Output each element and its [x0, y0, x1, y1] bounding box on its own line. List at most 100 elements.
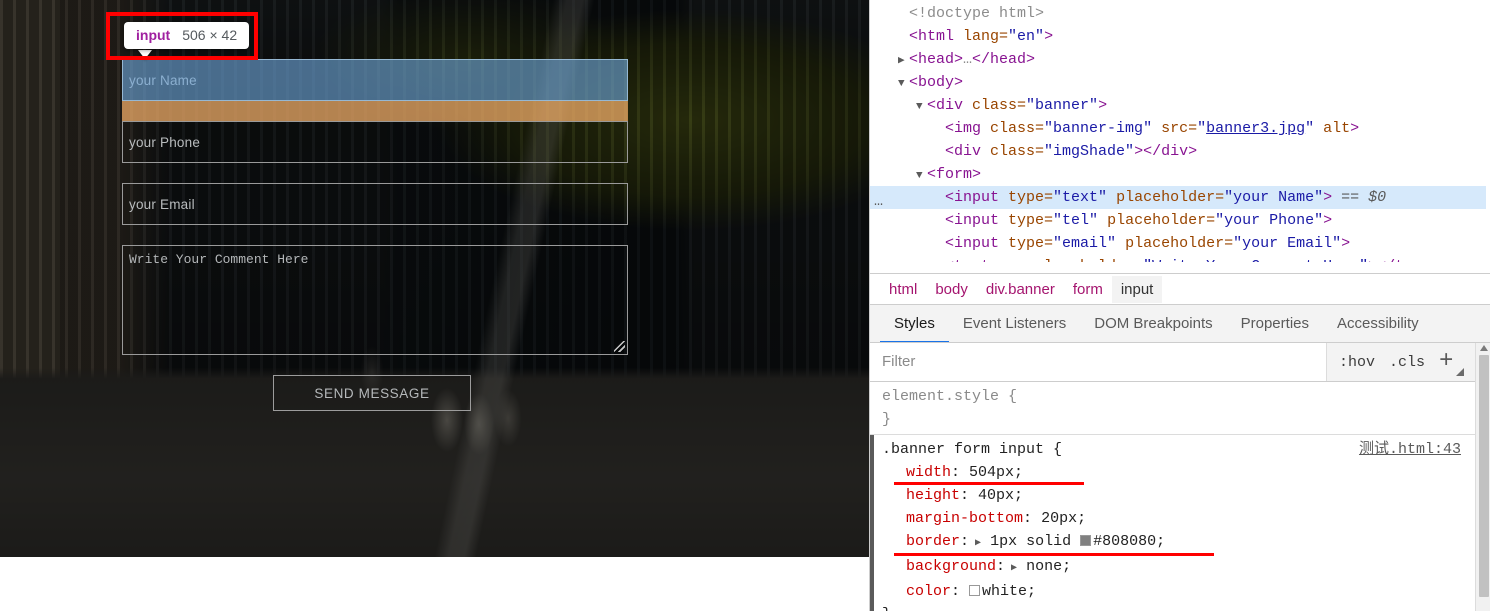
- tab-styles[interactable]: Styles: [880, 305, 949, 342]
- expand-shorthand-icon[interactable]: ▶: [1005, 563, 1017, 574]
- dom-token: "your Email": [1233, 235, 1342, 252]
- dom-tree-row[interactable]: ▶<!doctype html>: [870, 2, 1490, 25]
- tab-dom-breakpoints[interactable]: DOM Breakpoints: [1080, 305, 1226, 342]
- css-space: [1032, 510, 1041, 527]
- email-input[interactable]: your Email: [122, 183, 628, 225]
- dom-token: >: [1323, 212, 1333, 229]
- dom-token: "text": [1053, 189, 1108, 206]
- expand-shorthand-icon[interactable]: ▶: [969, 538, 981, 549]
- resize-corner-icon[interactable]: [1456, 368, 1465, 376]
- hov-toggle-button[interactable]: :hov: [1339, 354, 1375, 371]
- dom-token: <img: [945, 120, 991, 137]
- twisty-collapsed-icon[interactable]: ▶: [898, 50, 909, 73]
- css-property-name[interactable]: height: [906, 487, 960, 504]
- tab-accessibility[interactable]: Accessibility: [1323, 305, 1433, 342]
- dom-token: "imgShade": [1044, 143, 1135, 160]
- breadcrumb-item-div-banner[interactable]: div.banner: [977, 276, 1064, 303]
- css-property-name[interactable]: border: [906, 533, 960, 550]
- breadcrumb-item-body[interactable]: body: [926, 276, 977, 303]
- styles-scrollbar[interactable]: [1475, 343, 1490, 611]
- dom-token: src=: [1152, 120, 1198, 137]
- dom-tree[interactable]: ▶<!doctype html> ▶<html lang="en"> ▶<hea…: [870, 0, 1490, 272]
- dom-token: lang=: [963, 28, 1009, 45]
- breadcrumb-item-input[interactable]: input: [1111, 275, 1163, 303]
- phone-input[interactable]: your Phone: [122, 121, 628, 163]
- twisty-expanded-icon[interactable]: ▼: [916, 165, 927, 188]
- dom-token: "email": [1053, 235, 1117, 252]
- twisty-expanded-icon[interactable]: ▼: [916, 96, 927, 119]
- css-value-text[interactable]: 20px;: [1041, 510, 1086, 527]
- css-property-name[interactable]: width: [906, 464, 951, 481]
- banner-form-input-rule[interactable]: 测试.html:43 .banner form input { width: 5…: [870, 435, 1475, 611]
- declaration-list: width: 504px; height: 40px; margin-bottom:…: [882, 461, 1475, 603]
- dom-token: </head>: [972, 51, 1036, 68]
- name-input[interactable]: your Name: [122, 59, 628, 101]
- dom-token: class=: [972, 97, 1027, 114]
- contact-form: your Name your Phone your Email Write Yo…: [122, 59, 628, 411]
- dom-tree-row[interactable]: ▶<div class="imgShade"></div>: [870, 140, 1490, 163]
- breadcrumb-item-form[interactable]: form: [1064, 276, 1112, 303]
- dom-token: >: [1350, 120, 1360, 137]
- color-swatch-icon[interactable]: [969, 585, 981, 596]
- dom-token: <!doctype html>: [909, 5, 1045, 22]
- css-property-name[interactable]: background: [906, 558, 996, 575]
- dom-tree-row[interactable]: ▶<img class="banner-img" src="banner3.jp…: [870, 117, 1490, 140]
- css-declaration[interactable]: width: 504px;: [882, 461, 1475, 485]
- breadcrumb[interactable]: html body div.banner form input: [870, 273, 1490, 304]
- page-below-banner: [0, 557, 869, 611]
- style-source-link[interactable]: 测试.html:43: [1359, 438, 1461, 461]
- new-style-rule-button[interactable]: +: [1439, 350, 1465, 376]
- css-declaration[interactable]: background: ▶ none;: [882, 555, 1475, 580]
- color-swatch-icon[interactable]: [1080, 535, 1092, 546]
- breadcrumb-item-html[interactable]: html: [880, 276, 926, 303]
- css-value-text[interactable]: #808080;: [1093, 533, 1165, 550]
- styles-scrollbar-thumb[interactable]: [1479, 355, 1489, 597]
- comment-textarea[interactable]: Write Your Comment Here: [122, 245, 628, 355]
- twisty-expanded-icon[interactable]: ▼: [898, 73, 909, 96]
- send-message-button[interactable]: SEND MESSAGE: [273, 375, 471, 411]
- dom-tree-scroll-gutter[interactable]: [1486, 0, 1490, 272]
- dom-tree-row[interactable]: … ▶<input type="text" placeholder="your …: [870, 186, 1490, 210]
- element-style-rule[interactable]: element.style { }: [870, 382, 1475, 435]
- devtools-panel-tabs[interactable]: Styles Event Listeners DOM Breakpoints Prop…: [870, 304, 1490, 343]
- filter-input[interactable]: Filter: [870, 343, 1327, 381]
- tab-properties[interactable]: Properties: [1227, 305, 1323, 342]
- inspected-page-pane: your Name your Phone your Email Write Yo…: [0, 0, 869, 611]
- dom-tree-row[interactable]: ▼ <form>: [870, 163, 1490, 186]
- tooltip-arrow-icon: [138, 50, 152, 59]
- css-value-text[interactable]: white;: [982, 583, 1036, 600]
- dom-token: "banner": [1026, 97, 1099, 114]
- resize-handle-icon[interactable]: [614, 341, 625, 352]
- css-declaration[interactable]: color: white;: [882, 580, 1475, 603]
- css-property-name[interactable]: color: [906, 583, 951, 600]
- dom-token: <body>: [909, 74, 964, 91]
- tab-event-listeners[interactable]: Event Listeners: [949, 305, 1080, 342]
- dom-tree-row[interactable]: ▼ <body>: [870, 71, 1490, 94]
- css-value-text[interactable]: 504px;: [969, 464, 1023, 481]
- css-declaration[interactable]: height: 40px;: [882, 484, 1475, 507]
- css-value-text[interactable]: 40px;: [978, 487, 1023, 504]
- cls-toggle-button[interactable]: .cls: [1389, 354, 1425, 371]
- css-declaration[interactable]: border: ▶ 1px solid #808080;: [882, 530, 1475, 556]
- dom-token: …: [963, 51, 973, 68]
- dom-tree-row[interactable]: ▶<input type="email" placeholder="your E…: [870, 232, 1490, 255]
- styles-pane: element.style { } 测试.html:43 .banner for…: [870, 382, 1475, 611]
- source-file-link[interactable]: banner3.jpg: [1206, 120, 1305, 137]
- dom-tree-row[interactable]: ▶<input type="tel" placeholder="your Pho…: [870, 209, 1490, 232]
- email-input-placeholder: your Email: [129, 196, 195, 212]
- dom-tree-row[interactable]: ▶ <head>…</head>: [870, 48, 1490, 71]
- css-declaration[interactable]: margin-bottom: 20px;: [882, 507, 1475, 530]
- send-message-label: SEND MESSAGE: [314, 385, 430, 401]
- css-value-text[interactable]: none;: [1026, 558, 1071, 575]
- dom-token: <head>: [909, 51, 964, 68]
- dom-tree-row[interactable]: ▼ <div class="banner">: [870, 94, 1490, 117]
- css-value-text: 1px solid: [990, 533, 1081, 550]
- css-property-name[interactable]: margin-bottom: [906, 510, 1023, 527]
- scroll-up-arrow-icon[interactable]: [1480, 345, 1488, 351]
- dom-tree-row[interactable]: ▶<html lang="en">: [870, 25, 1490, 48]
